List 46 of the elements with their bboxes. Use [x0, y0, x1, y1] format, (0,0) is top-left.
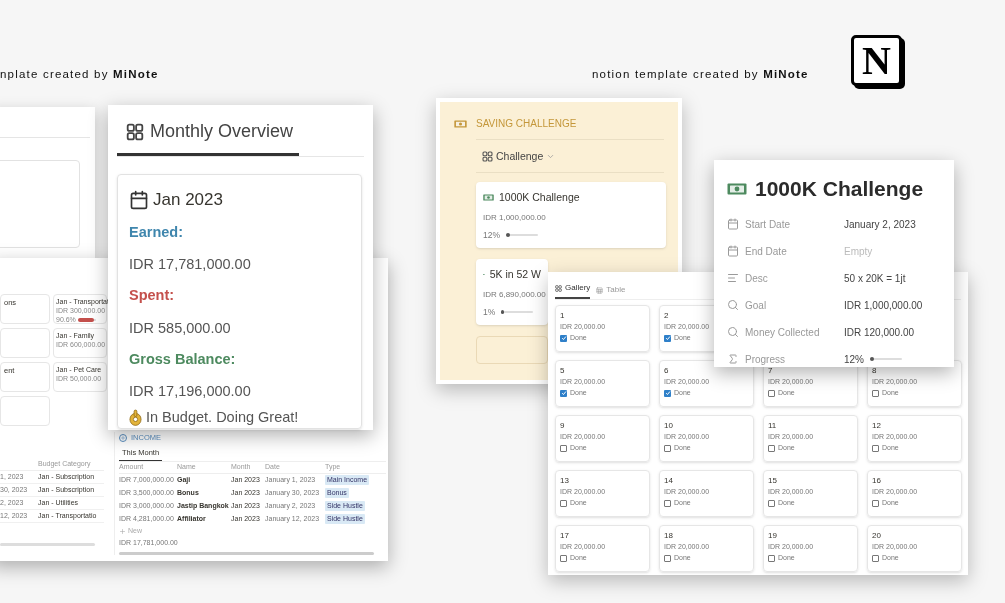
card-title: 15 — [768, 475, 777, 486]
card-title: 10 — [664, 420, 673, 431]
card-title: 1000K Challenge — [499, 189, 580, 205]
summary-value: IDR 585,000.00 — [129, 318, 232, 338]
card-amount: IDR 6,890,000.00 — [483, 288, 546, 301]
card-title: 8 — [872, 365, 877, 376]
card-title: 16 — [872, 475, 881, 486]
card-title: 5K in 52 W — [489, 266, 541, 282]
card-title: 5 — [560, 365, 565, 376]
summary-value: IDR 17,196,000.00 — [129, 382, 252, 402]
property-value: IDR 120,000.00 — [844, 325, 915, 340]
card-title: 20 — [872, 530, 881, 541]
card-title: 18 — [664, 530, 673, 541]
caption: nplate created by MiNote — [0, 67, 159, 82]
property-value: 50 x 20K = 1jt — [844, 271, 906, 286]
card-title: 19 — [768, 530, 777, 541]
summary-label: Spent: — [129, 286, 176, 305]
card-title: 11 — [768, 420, 777, 431]
card-title: 14 — [664, 475, 673, 486]
card-title: 6 — [664, 365, 669, 376]
card-title: 12 — [872, 420, 881, 431]
card-title: 7 — [768, 365, 773, 376]
property-label: Desc — [745, 271, 768, 286]
card-title: 9 — [560, 420, 565, 431]
property-label: Start Date — [745, 217, 791, 232]
card-title: 13 — [560, 475, 569, 486]
month-title: Jan 2023 — [153, 189, 223, 211]
card-title: 2 — [664, 310, 669, 321]
summary-value: IDR 17,781,000.00 — [129, 255, 252, 275]
logo: N — [851, 35, 902, 86]
property-label: End Date — [745, 244, 787, 259]
summary-label: Earned: — [129, 222, 184, 242]
section-title: SAVING CHALLENGE — [476, 117, 577, 131]
property-value: January 2, 2023 — [844, 217, 916, 232]
property-value: Empty — [844, 244, 873, 259]
status-text: In Budget. Doing Great! — [146, 408, 299, 427]
percent-text: 12% — [483, 228, 500, 242]
percent-text: 1% — [483, 305, 496, 319]
property-value: IDR 1,000,000.00 — [844, 298, 923, 313]
page-title: Monthly Overview — [150, 120, 294, 143]
card-title: 1 — [560, 310, 565, 321]
page-title: 1000K Challenge — [755, 176, 924, 202]
card-amount: IDR 1,000,000.00 — [483, 211, 546, 224]
summary-label: Gross Balance: — [129, 349, 237, 369]
card-title: 17 — [560, 530, 569, 541]
caption: notion template created by MiNote — [592, 67, 809, 82]
